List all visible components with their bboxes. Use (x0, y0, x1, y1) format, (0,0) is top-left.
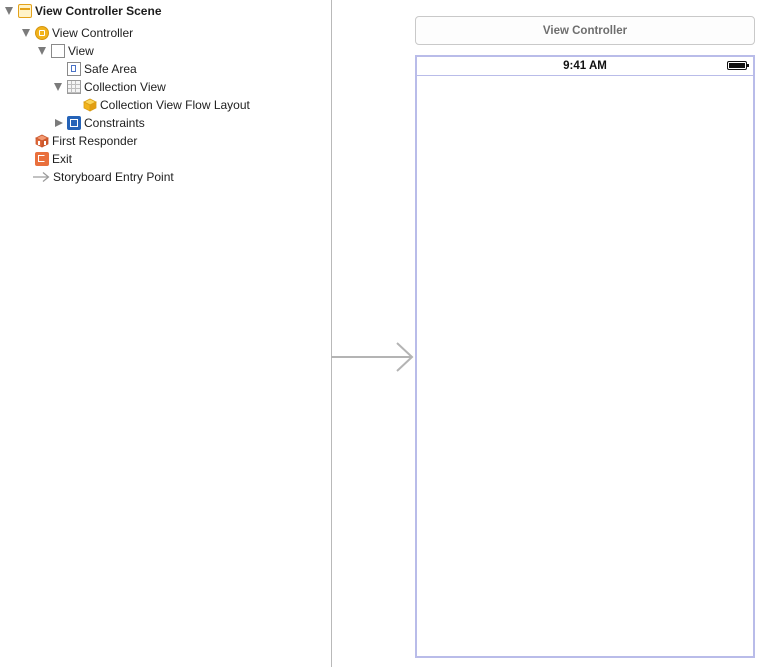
arrow-right-icon (33, 172, 50, 182)
outline-label-entry-point: Storyboard Entry Point (53, 170, 174, 184)
scene-icon (18, 4, 32, 18)
outline-label-safe-area: Safe Area (84, 62, 137, 76)
disclosure-triangle-expanded-icon[interactable] (54, 83, 62, 91)
outline-row-scene[interactable]: View Controller Scene (5, 2, 162, 20)
outline-label-view-controller: View Controller (52, 26, 134, 40)
outline-row-safe-area[interactable]: Safe Area (67, 60, 137, 78)
disclosure-triangle-expanded-icon[interactable] (38, 47, 46, 55)
outline-row-constraints[interactable]: Constraints (54, 114, 145, 132)
outline-label-constraints: Constraints (84, 116, 145, 130)
outline-label-scene: View Controller Scene (35, 4, 162, 18)
cube-icon (83, 98, 97, 112)
disclosure-triangle-expanded-icon[interactable] (5, 7, 13, 15)
battery-icon (727, 61, 749, 70)
disclosure-triangle-expanded-icon[interactable] (22, 29, 30, 37)
safe-area-icon (67, 62, 81, 76)
outline-label-collection-view: Collection View (84, 80, 166, 94)
outline-label-view: View (68, 44, 94, 58)
pane-divider[interactable] (331, 0, 332, 667)
scene-title: View Controller (542, 24, 628, 37)
outline-label-first-responder: First Responder (52, 134, 138, 148)
disclosure-triangle-collapsed-icon[interactable] (55, 118, 63, 127)
outline-row-flow-layout[interactable]: Collection View Flow Layout (83, 96, 250, 114)
outline-row-entry-point[interactable]: Storyboard Entry Point (33, 168, 174, 186)
outline-label-exit: Exit (52, 152, 73, 166)
outline-row-collection-view[interactable]: Collection View (54, 78, 166, 96)
view-controller-icon (35, 26, 49, 40)
view-controller-canvas[interactable]: 9:41 AM (415, 55, 755, 658)
scene-title-bar[interactable]: View Controller (415, 16, 755, 45)
first-responder-icon (35, 134, 49, 148)
exit-icon (35, 152, 49, 166)
document-outline: View Controller Scene View Controller Vi… (0, 0, 331, 667)
storyboard-entry-arrow-icon[interactable] (331, 340, 417, 374)
status-time: 9:41 AM (563, 60, 607, 72)
collection-view-icon (67, 80, 81, 94)
outline-label-flow-layout: Collection View Flow Layout (100, 98, 250, 112)
outline-row-exit[interactable]: Exit (35, 150, 72, 168)
outline-row-view[interactable]: View (38, 42, 94, 60)
constraints-icon (67, 116, 81, 130)
outline-row-first-responder[interactable]: First Responder (35, 132, 137, 150)
status-bar: 9:41 AM (417, 57, 753, 76)
outline-row-view-controller[interactable]: View Controller (22, 24, 133, 42)
view-icon (51, 44, 65, 58)
